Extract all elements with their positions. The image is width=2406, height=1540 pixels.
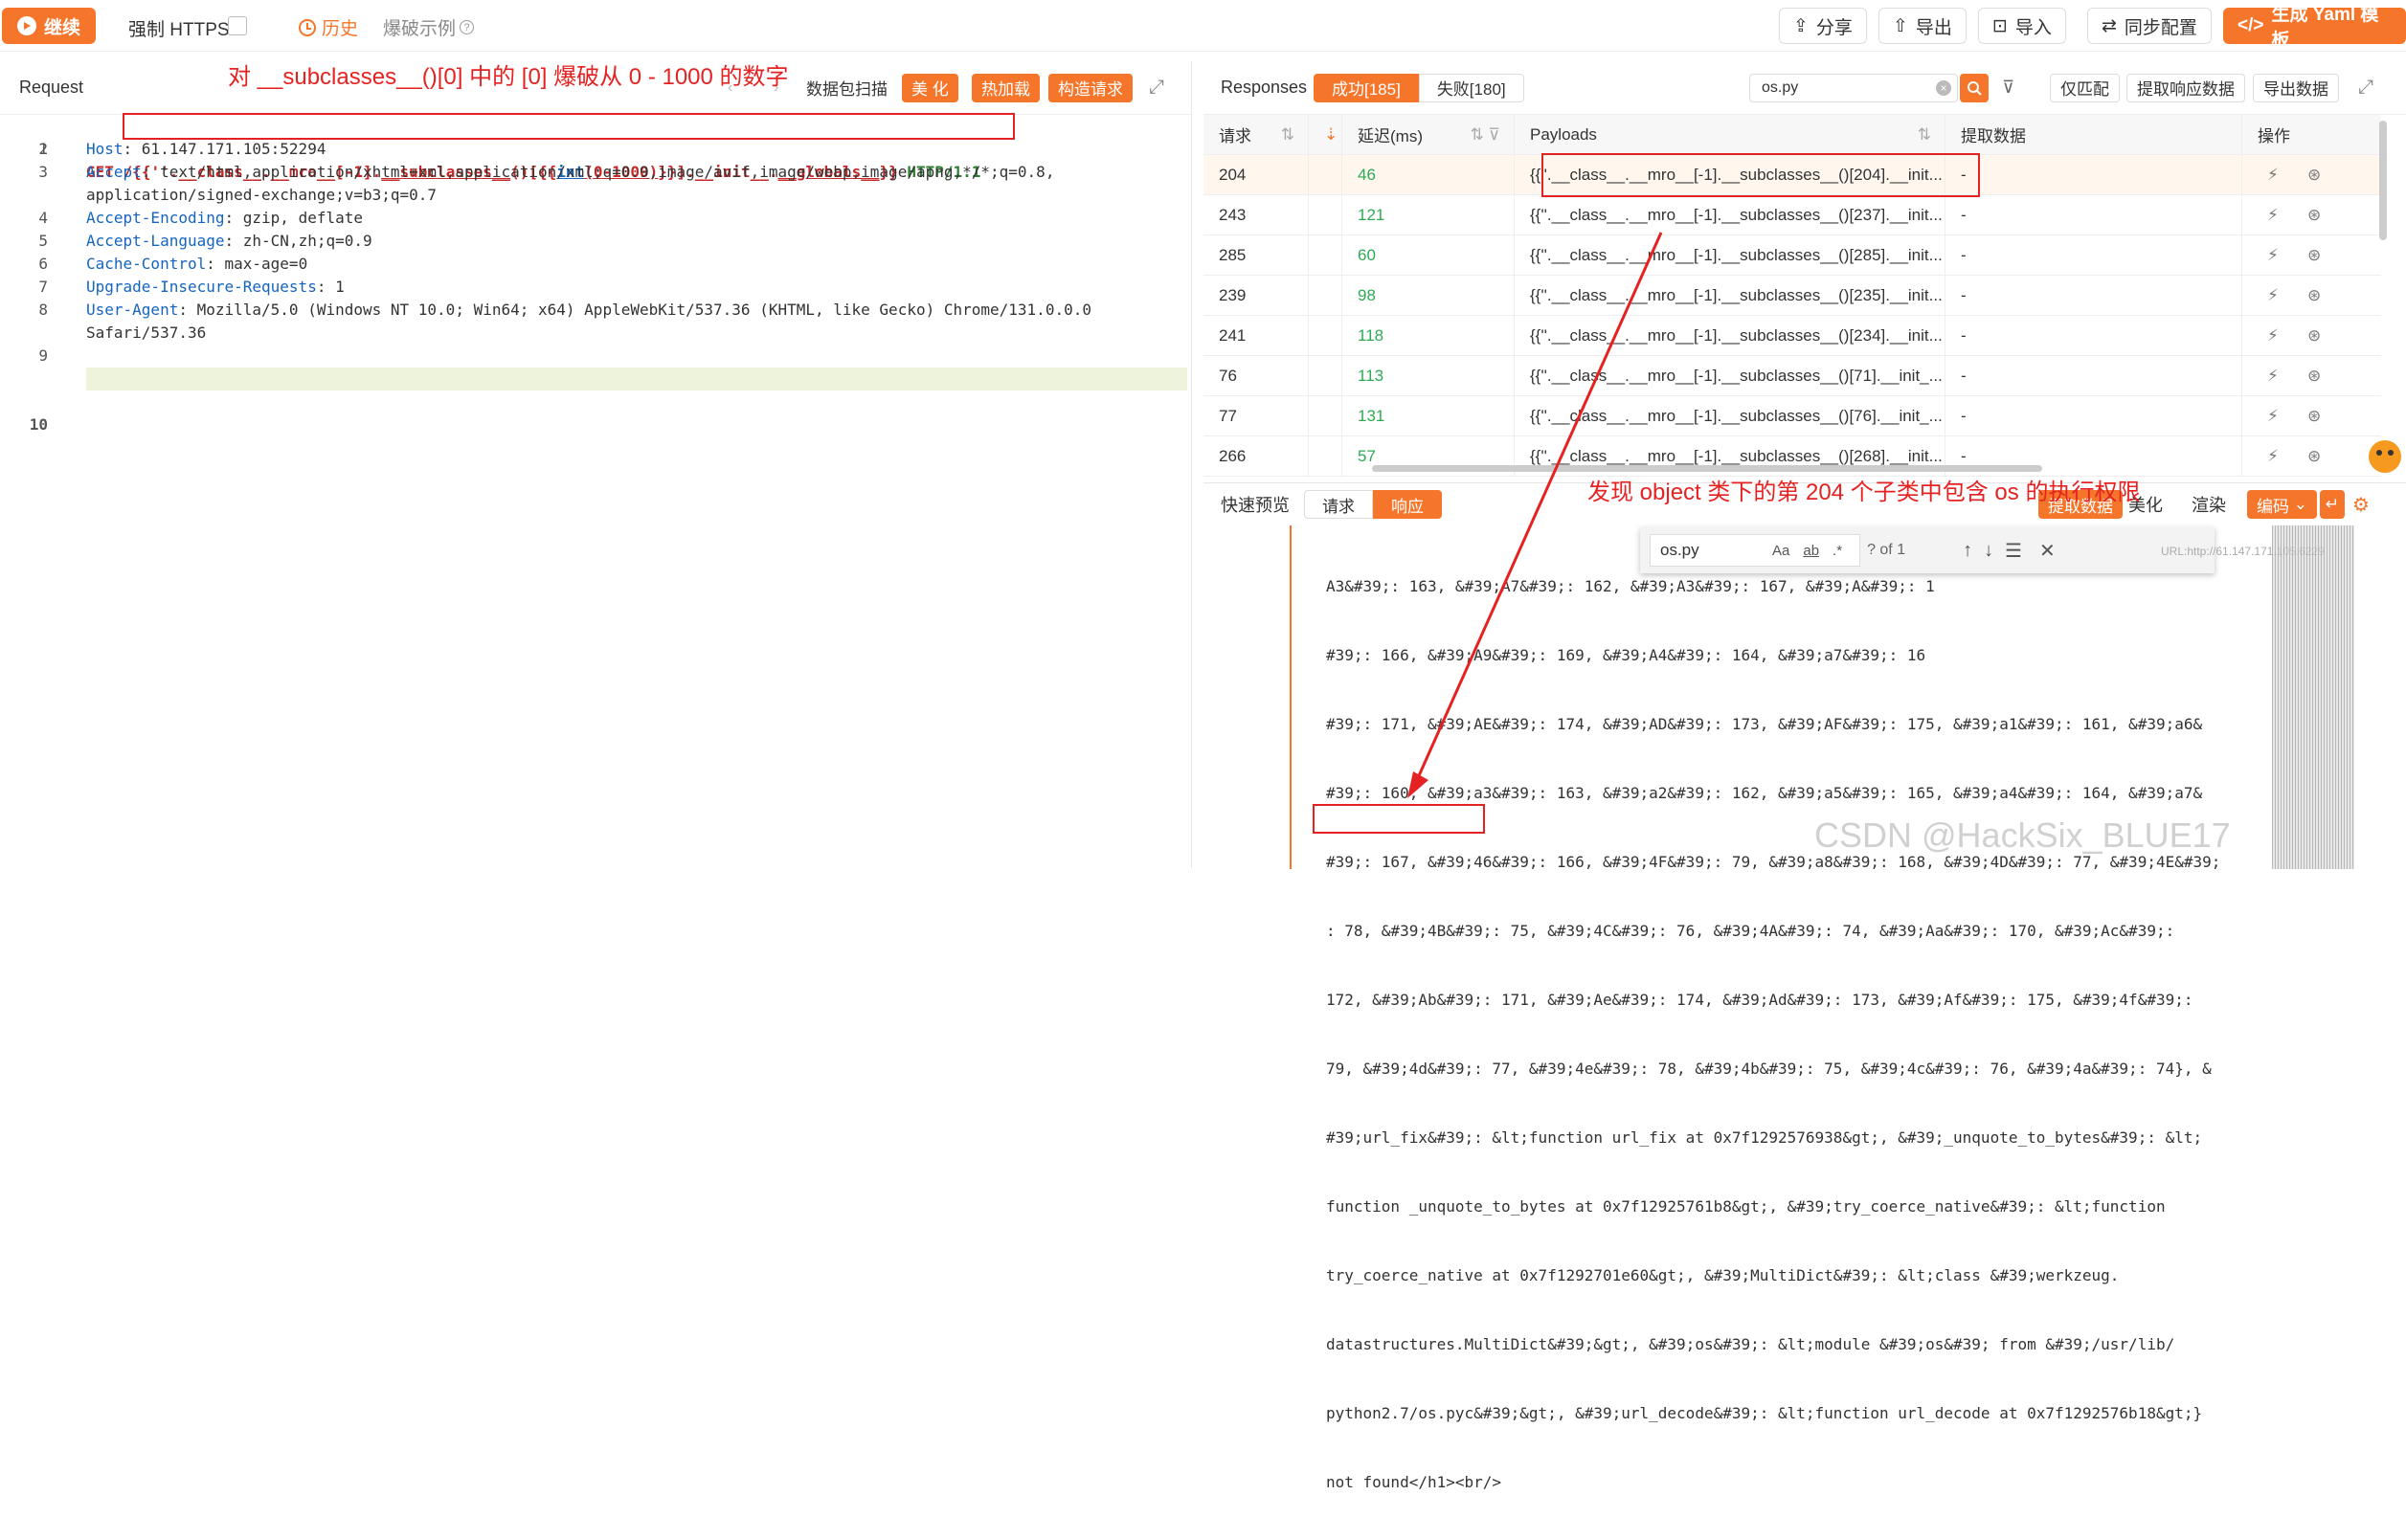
response-line: try_coerce_native at 0x7f1292701e60&gt;,… [1326,1266,2120,1284]
response-line: : 78, &#39;4B&#39;: 75, &#39;4C&#39;: 76… [1326,922,2175,940]
response-line: datastructures.MultiDict&#39;&gt;, &#39;… [1326,1335,2175,1353]
response-line: not found</h1><br/> [1326,1473,1502,1491]
response-line: 172, &#39;Ab&#39;: 171, &#39;Ae&#39;: 17… [1326,991,2193,1009]
watermark: CSDN @HackSix_BLUE17 [1814,815,2231,855]
annotation-right: 发现 object 类下的第 204 个子类中包含 os 的执行权限 [1587,480,2141,505]
annotation-arrow [1407,232,1663,798]
response-line: 79, &#39;4d&#39;: 77, &#39;4e&#39;: 78, … [1326,1060,2212,1078]
response-line: function _unquote_to_bytes at 0x7f129257… [1326,1197,2166,1216]
response-line: #39;url_fix&#39;: &lt;function url_fix a… [1326,1128,2203,1147]
response-line: python2.7/os.pyc&#39;&gt;, &#39;url_deco… [1326,1404,2203,1422]
